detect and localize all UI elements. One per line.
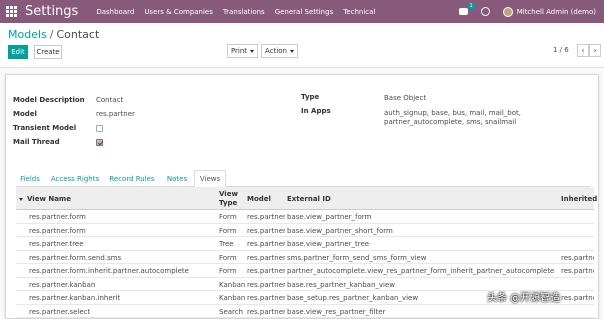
transient-model-label: Transient Model bbox=[13, 124, 77, 132]
clock-icon[interactable] bbox=[480, 6, 491, 17]
breadcrumb-current: Contact bbox=[56, 28, 100, 41]
cell-view-type: Form bbox=[219, 226, 237, 235]
menu-dashboard[interactable]: Dashboard bbox=[96, 8, 134, 16]
chat-icon[interactable]: 1 bbox=[458, 2, 475, 17]
mail-thread-label: Mail Thread bbox=[13, 138, 60, 146]
menu-translations[interactable]: Translations bbox=[223, 8, 265, 16]
notebook-tabs: Fields Access Rights Record Rules Notes … bbox=[16, 170, 590, 188]
cell-view-name: res.partner.form.send.sms bbox=[29, 253, 122, 262]
cell-view-type: Form bbox=[219, 253, 237, 262]
cell-view-type: Tree bbox=[219, 240, 234, 248]
cell-view-name: res.partner.kanban.inherit bbox=[29, 294, 121, 302]
menu-technical[interactable]: Technical bbox=[343, 8, 375, 16]
cell-model: res.partner bbox=[247, 213, 285, 221]
breadcrumb: Models / Contact bbox=[8, 28, 99, 41]
cell-view-name: res.partner.form bbox=[29, 226, 86, 235]
cell-model: res.partner bbox=[247, 226, 285, 235]
cell-inherited: res.partne bbox=[561, 253, 594, 262]
table-row[interactable]: res.partner.form.send.sms Form res.partner… bbox=[16, 251, 594, 264]
in-apps-value-line1: auth_signup, base, bus, mail, mail_bot, bbox=[384, 109, 521, 117]
header-view-name[interactable]: View Name bbox=[19, 195, 71, 203]
pager-previous-button[interactable]: ‹ bbox=[577, 44, 589, 57]
cell-inherited: res.partne bbox=[561, 267, 594, 275]
in-apps-label: In Apps bbox=[301, 107, 331, 115]
caret-down-icon bbox=[250, 49, 255, 53]
cell-view-type: Search bbox=[219, 307, 244, 316]
user-menu[interactable]: Mitchell Admin (demo) bbox=[517, 8, 596, 16]
cell-view-type: Kanban bbox=[219, 280, 246, 289]
table-row[interactable]: res.partner.select Search res.partner base.… bbox=[16, 305, 594, 318]
cell-external-id: base.view_partner_short_form bbox=[287, 226, 393, 235]
cell-view-name: res.partner.form.inherit.partner.autocom… bbox=[29, 267, 189, 275]
type-label: Type bbox=[301, 93, 320, 101]
header-model[interactable]: Model bbox=[247, 195, 271, 203]
tab-notes[interactable]: Notes bbox=[163, 170, 191, 187]
cell-view-type: Form bbox=[219, 213, 237, 221]
watermark: 头条 @开源智造 bbox=[487, 293, 561, 304]
create-button[interactable]: Create bbox=[34, 45, 62, 59]
header-view-type-line2[interactable]: Type bbox=[219, 199, 237, 207]
cell-external-id: partner_autocomplete.view_res_partner_fo… bbox=[287, 267, 555, 275]
edit-button[interactable]: Edit bbox=[8, 45, 28, 59]
cell-external-id: base.view_res_partner_filter bbox=[287, 307, 386, 316]
cell-model: res.partner bbox=[247, 253, 285, 262]
mail-thread-checkbox[interactable] bbox=[96, 139, 103, 146]
app-brand[interactable]: Settings bbox=[25, 4, 78, 19]
cell-view-name: res.partner.tree bbox=[29, 240, 84, 248]
type-value: Base Object bbox=[384, 94, 427, 102]
cell-external-id: base.view_partner_tree bbox=[287, 240, 370, 248]
avatar[interactable] bbox=[502, 6, 513, 17]
model-description-value: Contact bbox=[96, 96, 124, 104]
top-navbar: Settings Dashboard Users & Companies Tra… bbox=[0, 0, 604, 23]
caret-down-icon bbox=[289, 49, 294, 53]
table-row[interactable]: res.partner.form Form res.partner base.view… bbox=[16, 224, 594, 237]
tab-fields[interactable]: Fields bbox=[16, 170, 44, 187]
cell-external-id: sms.partner_form_send_sms_form_view bbox=[287, 253, 427, 262]
cell-view-type: Form bbox=[219, 267, 237, 275]
menu-users-companies[interactable]: Users & Companies bbox=[144, 8, 213, 16]
cell-external-id: base.res_partner_kanban_view bbox=[287, 280, 396, 289]
apps-grid-icon[interactable] bbox=[4, 5, 18, 19]
control-panel: Models / Contact Edit Create Print Action … bbox=[0, 23, 604, 68]
cell-view-name: res.partner.select bbox=[29, 307, 91, 316]
table-row[interactable]: res.partner.tree Tree res.partner base.view… bbox=[16, 237, 594, 251]
header-view-type-line1[interactable]: View bbox=[219, 190, 238, 198]
cell-model: res.partner bbox=[247, 294, 285, 302]
model-label: Model bbox=[13, 110, 37, 118]
cell-view-name: res.partner.kanban bbox=[29, 280, 96, 289]
form-sheet: Model Description Contact Model res.part… bbox=[5, 74, 599, 319]
transient-model-checkbox[interactable] bbox=[96, 125, 103, 132]
header-inherited[interactable]: Inherited bbox=[561, 195, 597, 203]
print-label: Print bbox=[230, 47, 248, 55]
cell-view-type: Kanban bbox=[219, 294, 246, 302]
tab-access-rights[interactable]: Access Rights bbox=[49, 170, 101, 187]
sort-caret-icon bbox=[19, 197, 23, 201]
cell-model: res.partner bbox=[247, 280, 285, 289]
tab-record-rules[interactable]: Record Rules bbox=[108, 170, 156, 187]
action-label: Action bbox=[265, 47, 287, 55]
table-header: View Name View Type Model External ID In… bbox=[16, 187, 597, 210]
table-row[interactable]: res.partner.form.inherit.partner.autocom… bbox=[16, 264, 594, 278]
menu-general-settings[interactable]: General Settings bbox=[275, 8, 334, 16]
action-dropdown[interactable]: Action bbox=[261, 44, 298, 58]
model-value: res.partner bbox=[96, 110, 135, 118]
header-external-id[interactable]: External ID bbox=[287, 195, 331, 203]
table-row[interactable]: res.partner.form Form res.partner base.view… bbox=[16, 210, 594, 224]
breadcrumb-models[interactable]: Models bbox=[8, 28, 47, 41]
breadcrumb-separator: / bbox=[49, 28, 54, 41]
pager-next-button[interactable]: › bbox=[589, 44, 601, 57]
in-apps-value-line2: partner_autocomplete, sms, snailmail bbox=[384, 118, 517, 126]
print-dropdown[interactable]: Print bbox=[227, 44, 258, 58]
cell-inherited: res.partne bbox=[561, 294, 594, 302]
cell-view-name: res.partner.form bbox=[29, 213, 86, 221]
tab-views[interactable]: Views bbox=[194, 170, 226, 188]
model-description-label: Model Description bbox=[13, 96, 85, 104]
pager-value[interactable]: 1 / 6 bbox=[553, 46, 569, 54]
chat-badge: 1 bbox=[467, 2, 475, 10]
cell-external-id: base.view_partner_form bbox=[287, 213, 372, 221]
cell-model: res.partner bbox=[247, 240, 285, 248]
cell-model: res.partner bbox=[247, 267, 285, 275]
cell-model: res.partner bbox=[247, 307, 285, 316]
